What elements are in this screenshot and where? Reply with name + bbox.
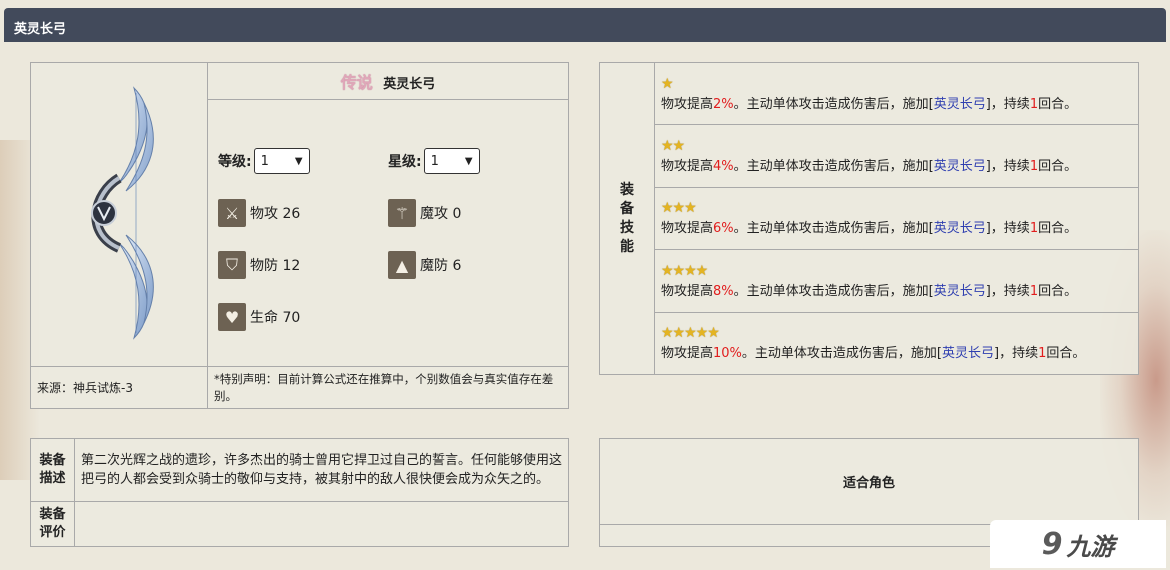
skill-text: 物攻提高 <box>661 283 714 299</box>
skill-text: 回合。 <box>1038 221 1078 237</box>
skill-text: 回合。 <box>1038 96 1078 112</box>
stat-label: 魔防 6 <box>420 258 462 274</box>
skill-text: ]，持续 <box>985 221 1030 237</box>
level-label: 等级: <box>218 154 252 170</box>
stat-hp: ♥ 生命 70 <box>218 299 388 335</box>
chevron-down-icon: ▼ <box>464 155 473 167</box>
skill-percent: 6% <box>713 221 734 237</box>
stat-magic-attack: ⚚ 魔攻 0 <box>388 195 558 231</box>
description-header: 装备描述 <box>30 438 75 502</box>
rarity-badge: 传说 <box>340 73 373 92</box>
stat-label: 物攻 26 <box>250 206 301 222</box>
stat-physical-attack: ⚔ 物攻 26 <box>218 195 388 231</box>
star-select[interactable]: 1 ▼ <box>423 148 480 174</box>
logo-text: 九游 <box>1066 532 1115 561</box>
skill-link[interactable]: 英灵长弓 <box>934 159 986 174</box>
equipment-description-table: 装备描述 第二次光辉之战的遗珍，许多杰出的骑士曾用它捍卫过自己的誓言。任何能够使… <box>30 438 569 547</box>
star-value: 1 <box>430 153 439 169</box>
skill-text: 。主动单体攻击造成伤害后，施加[ <box>741 346 942 362</box>
skill-text: 。主动单体攻击造成伤害后，施加[ <box>733 283 934 299</box>
skill-text: 。主动单体攻击造成伤害后，施加[ <box>733 221 934 237</box>
skill-turns: 1 <box>1029 96 1039 112</box>
item-source: 来源：神兵试炼-3 <box>30 366 208 409</box>
evaluation-header: 装备评价 <box>30 501 75 547</box>
skill-turns: 1 <box>1029 159 1039 175</box>
skill-text: 物攻提高 <box>661 346 714 362</box>
skill-row: ★★ 物攻提高4%。主动单体攻击造成伤害后，施加[英灵长弓]，持续1回合。 <box>654 124 1139 188</box>
page-title: 英灵长弓 <box>14 22 67 37</box>
chevron-down-icon: ▼ <box>294 155 303 167</box>
skills-header-label: 装备技能 <box>620 181 634 255</box>
skill-link[interactable]: 英灵长弓 <box>942 346 994 361</box>
site-logo: 9 九游 <box>990 520 1166 568</box>
skill-text: ]，持续 <box>985 283 1030 299</box>
level-select[interactable]: 1 ▼ <box>253 148 310 174</box>
level-value: 1 <box>260 153 269 169</box>
skill-text: 。主动单体攻击造成伤害后，施加[ <box>733 96 934 112</box>
logo-mark: 9 <box>1041 526 1063 562</box>
star-selector: 星级: 1 ▼ <box>388 143 558 179</box>
skill-percent: 10% <box>713 346 742 362</box>
skill-text: 物攻提高 <box>661 221 714 237</box>
skill-row: ★ 物攻提高2%。主动单体攻击造成伤害后，施加[英灵长弓]，持续1回合。 <box>654 61 1139 126</box>
item-image-cell <box>30 62 208 367</box>
equipment-skills-table: 装备技能 ★ 物攻提高2%。主动单体攻击造成伤害后，施加[英灵长弓]，持续1回合… <box>599 61 1139 376</box>
wizard-hat-icon: ▲ <box>388 251 416 279</box>
skills-header: 装备技能 <box>599 62 655 375</box>
sword-icon: ⚔ <box>218 199 246 227</box>
magic-staff-icon: ⚚ <box>388 199 416 227</box>
skill-row: ★★★★★ 物攻提高10%。主动单体攻击造成伤害后，施加[英灵长弓]，持续1回合… <box>654 311 1139 376</box>
evaluation-label: 装备评价 <box>39 507 66 540</box>
skill-link[interactable]: 英灵长弓 <box>934 221 986 236</box>
stat-label: 生命 70 <box>250 310 301 326</box>
skill-row: ★★★★ 物攻提高8%。主动单体攻击造成伤害后，施加[英灵长弓]，持续1回合。 <box>654 249 1139 313</box>
evaluation-text <box>74 501 569 547</box>
item-info-table: 传说 英灵长弓 等级: 1 ▼ 星级: 1 ▼ ⚔ 物攻 26 ⚚ 魔攻 0 ⛉… <box>30 62 569 409</box>
skill-text: ]，持续 <box>985 96 1030 112</box>
stat-physical-defense: ⛉ 物防 12 <box>218 247 388 283</box>
level-selector: 等级: 1 ▼ <box>218 143 388 179</box>
skill-text: 回合。 <box>1046 346 1086 362</box>
skill-text: 物攻提高 <box>661 159 714 175</box>
item-name-cell: 传说 英灵长弓 <box>207 62 569 100</box>
skill-row: ★★★ 物攻提高6%。主动单体攻击造成伤害后，施加[英灵长弓]，持续1回合。 <box>654 186 1139 251</box>
star-label: 星级: <box>388 154 422 170</box>
stat-magic-defense: ▲ 魔防 6 <box>388 247 558 283</box>
shield-icon: ⛉ <box>218 251 246 279</box>
star-rating-icon: ★★★★★ <box>661 325 720 342</box>
skill-link[interactable]: 英灵长弓 <box>934 97 986 112</box>
description-text: 第二次光辉之战的遗珍，许多杰出的骑士曾用它捍卫过自己的誓言。任何能够使用这把弓的… <box>74 438 569 502</box>
skill-link[interactable]: 英灵长弓 <box>934 284 986 299</box>
skill-turns: 1 <box>1029 221 1039 237</box>
longbow-image <box>91 85 154 340</box>
skill-text: ]，持续 <box>994 346 1039 362</box>
heart-icon: ♥ <box>218 303 246 331</box>
skill-turns: 1 <box>1029 283 1039 299</box>
star-rating-icon: ★ <box>661 75 674 92</box>
stat-label: 物防 12 <box>250 258 301 274</box>
item-name: 英灵长弓 <box>383 77 436 92</box>
skill-percent: 4% <box>713 159 734 175</box>
skill-text: 物攻提高 <box>661 96 714 112</box>
skill-text: ]，持续 <box>985 159 1030 175</box>
star-rating-icon: ★★ <box>661 138 685 155</box>
item-note: *特别声明：目前计算公式还在推算中，个别数值会与真实值存在差别。 <box>207 366 569 409</box>
item-stats-cell: 等级: 1 ▼ 星级: 1 ▼ ⚔ 物攻 26 ⚚ 魔攻 0 ⛉ 物防 12 ▲… <box>207 99 569 367</box>
star-rating-icon: ★★★ <box>661 200 697 217</box>
suitable-roles-title: 适合角色 <box>599 438 1139 525</box>
skill-text: 回合。 <box>1038 159 1078 175</box>
stat-label: 魔攻 0 <box>420 206 462 222</box>
star-rating-icon: ★★★★ <box>661 262 708 279</box>
description-label: 装备描述 <box>39 453 66 486</box>
skill-text: 回合。 <box>1038 283 1078 299</box>
skill-text: 。主动单体攻击造成伤害后，施加[ <box>733 159 934 175</box>
page-title-bar: 英灵长弓 <box>4 8 1166 42</box>
skill-percent: 8% <box>713 283 734 299</box>
skill-percent: 2% <box>713 96 734 112</box>
